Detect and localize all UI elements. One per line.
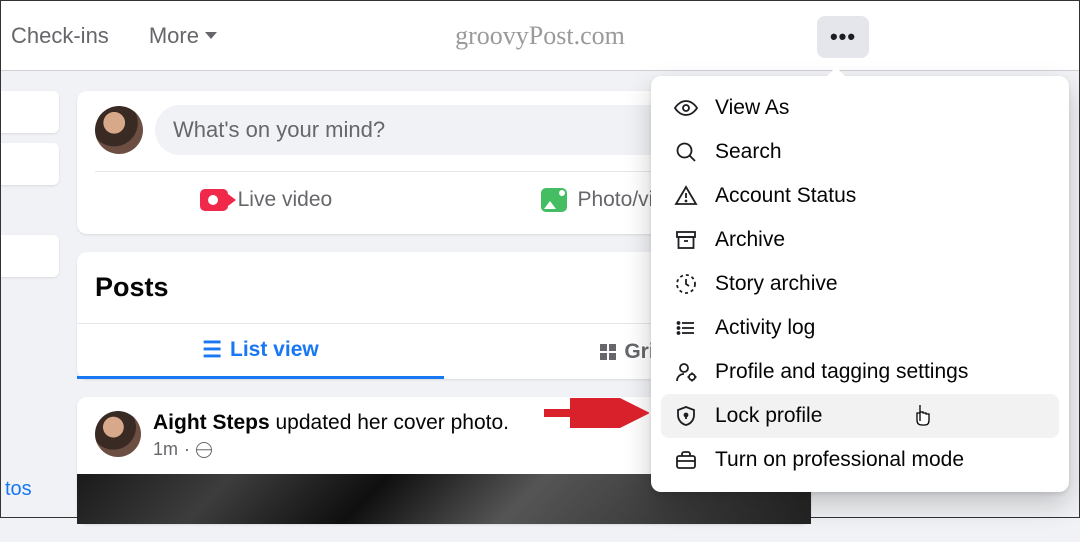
shield-lock-icon — [673, 404, 699, 428]
menu-archive[interactable]: Archive — [661, 218, 1059, 262]
menu-label: View As — [715, 96, 789, 120]
sidebar-card-fragment — [1, 235, 59, 277]
post-author-link[interactable]: Aight Steps — [153, 411, 270, 434]
menu-label: Account Status — [715, 184, 856, 208]
menu-account-status[interactable]: Account Status — [661, 174, 1059, 218]
clock-dashed-icon — [673, 272, 699, 296]
profile-tabs: Check-ins More — [11, 23, 217, 49]
profile-options-menu: View As Search Account Status Archive St… — [651, 76, 1069, 492]
menu-label: Story archive — [715, 272, 838, 296]
avatar[interactable] — [95, 411, 141, 457]
search-icon — [673, 140, 699, 164]
user-gear-icon — [673, 360, 699, 384]
menu-label: Profile and tagging settings — [715, 360, 968, 384]
annotation-arrow — [539, 398, 649, 433]
briefcase-icon — [673, 448, 699, 472]
chevron-down-icon — [205, 32, 217, 39]
list-icon — [673, 316, 699, 340]
post-action-text: updated her cover photo. — [270, 411, 509, 434]
sidebar-card-fragment — [1, 91, 59, 133]
menu-label: Archive — [715, 228, 785, 252]
menu-profile-tagging[interactable]: Profile and tagging settings — [661, 350, 1059, 394]
posts-heading: Posts — [95, 272, 169, 303]
menu-lock-profile[interactable]: Lock profile — [661, 394, 1059, 438]
menu-activity-log[interactable]: Activity log — [661, 306, 1059, 350]
grid-icon — [600, 344, 616, 360]
menu-label: Search — [715, 140, 782, 164]
avatar[interactable] — [95, 106, 143, 154]
menu-story-archive[interactable]: Story archive — [661, 262, 1059, 306]
live-video-icon — [200, 189, 228, 211]
tab-checkins[interactable]: Check-ins — [11, 23, 109, 49]
globe-icon[interactable] — [196, 442, 212, 458]
tab-list-view[interactable]: ☰ List view — [77, 324, 444, 379]
post-meta: 1m · — [153, 439, 509, 460]
left-sidebar-fragment: tos — [1, 91, 59, 501]
tab-more[interactable]: More — [149, 23, 217, 49]
menu-label: Lock profile — [715, 404, 822, 428]
more-options-button[interactable]: ••• — [817, 16, 869, 58]
post-headline: Aight Steps updated her cover photo. — [153, 411, 509, 435]
warning-triangle-icon — [673, 184, 699, 208]
archive-icon — [673, 228, 699, 252]
menu-label: Turn on professional mode — [715, 448, 964, 472]
menu-label: Activity log — [715, 316, 815, 340]
menu-view-as[interactable]: View As — [661, 86, 1059, 130]
watermark-text: groovyPost.com — [455, 21, 625, 51]
cursor-pointer-icon — [913, 403, 933, 432]
sidebar-card-fragment — [1, 143, 59, 185]
list-view-label: List view — [230, 338, 319, 362]
menu-professional-mode[interactable]: Turn on professional mode — [661, 438, 1059, 482]
top-navigation: Check-ins More groovyPost.com ••• — [1, 1, 1079, 71]
ellipsis-icon: ••• — [830, 26, 856, 48]
post-timestamp[interactable]: 1m — [153, 439, 178, 460]
list-icon: ☰ — [202, 339, 222, 361]
tab-more-label: More — [149, 23, 199, 49]
photos-link-fragment[interactable]: tos — [1, 478, 59, 501]
eye-icon — [673, 96, 699, 120]
live-video-label: Live video — [238, 188, 333, 212]
menu-search[interactable]: Search — [661, 130, 1059, 174]
photo-icon — [541, 188, 567, 212]
live-video-button[interactable]: Live video — [188, 182, 345, 218]
